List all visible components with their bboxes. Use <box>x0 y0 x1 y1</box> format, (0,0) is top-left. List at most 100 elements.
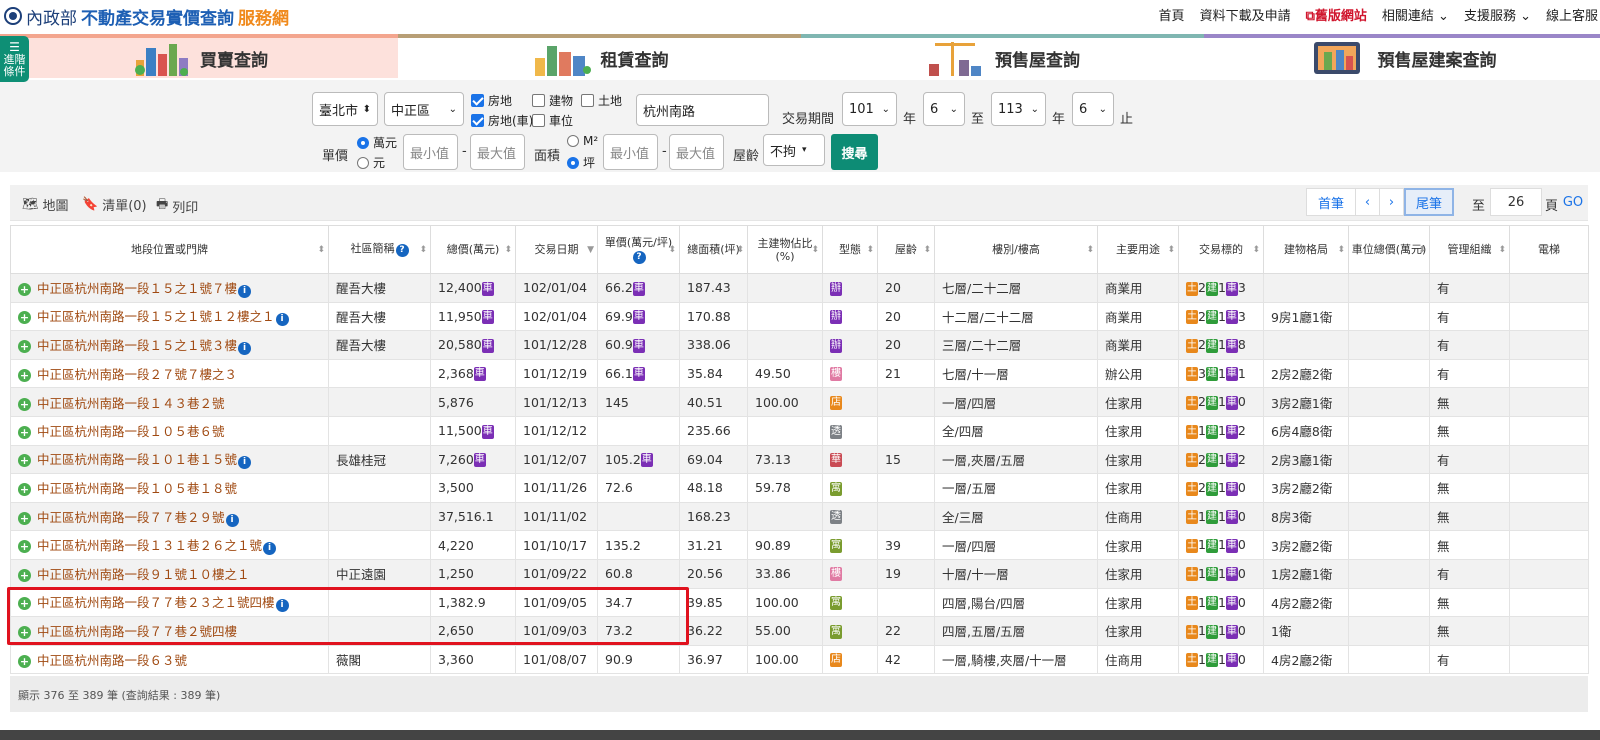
cell-address[interactable]: + 中正區杭州南路一段１０１巷１５號 i <box>10 444 329 475</box>
sort-icon[interactable]: ⬍ <box>1086 244 1094 257</box>
sort-icon[interactable]: ⬍ <box>811 244 819 257</box>
table-row[interactable]: + 中正區杭州南路一段１５之１號７樓 i 醒吾大樓 12,400車 102/01/04 66… <box>10 273 1589 303</box>
column-header[interactable]: 建物格局 ⬍ <box>1263 225 1349 274</box>
info-icon[interactable]: i <box>275 313 289 327</box>
from-year-select[interactable]: 101 ⌄ <box>842 92 897 126</box>
address-link[interactable]: 中正區杭州南路一段１５之１號３樓 <box>37 338 237 353</box>
table-row[interactable]: + 中正區杭州南路一段２７號７樓之３ 2,368車 101/12/19 66.1車 35.… <box>10 358 1589 389</box>
map-button[interactable]: 🗺 地圖 <box>22 195 69 214</box>
type-checkbox-house-land[interactable]: 房地 <box>471 92 512 109</box>
table-row[interactable]: + 中正區杭州南路一段１０１巷１５號 i 長雄桂冠 7,260車 101/12/07 105… <box>10 444 1589 475</box>
column-header[interactable]: 總價(萬元) ⬍ <box>430 225 516 274</box>
unit-radio-wan[interactable]: 萬元 <box>357 134 397 151</box>
district-select[interactable]: 中正區 ⌄ <box>384 92 464 126</box>
address-link[interactable]: 中正區杭州南路一段１４３巷２號 <box>37 396 225 411</box>
tab-sales[interactable]: 買賣查詢 <box>0 34 398 78</box>
age-select[interactable]: 不拘 ▾ <box>763 134 825 166</box>
column-header[interactable]: 地段位置或門牌 ⬍ <box>10 225 329 274</box>
cell-address[interactable]: + 中正區杭州南路一段１５之１號３樓 i <box>10 330 329 360</box>
type-checkbox-building[interactable]: 建物 <box>532 92 573 109</box>
column-header[interactable]: 樓別/樓高 ⬍ <box>934 225 1098 274</box>
table-row[interactable]: + 中正區杭州南路一段６３號 薇閣 3,360 101/08/07 90.9 36.97 10… <box>10 644 1589 675</box>
column-header[interactable]: 交易標的 ⬍ <box>1178 225 1264 274</box>
nav-old-site[interactable]: ⧉舊版網站 <box>1306 5 1367 24</box>
area-max-input[interactable]: 最大值 <box>669 134 724 170</box>
column-header[interactable]: 總面積(坪) ⬍ <box>679 225 748 274</box>
table-row[interactable]: + 中正區杭州南路一段７７巷２號四樓 2,650 101/09/03 73.2 36.22… <box>10 616 1589 646</box>
table-row[interactable]: + 中正區杭州南路一段１５之１號３樓 i 醒吾大樓 20,580車 101/12/28 60… <box>10 330 1589 360</box>
info-icon[interactable]: i <box>225 513 239 527</box>
column-header[interactable]: 型態 ⬍ <box>822 225 878 274</box>
address-link[interactable]: 中正區杭州南路一段２７號７樓之３ <box>37 367 237 382</box>
address-link[interactable]: 中正區杭州南路一段９１號１０樓之１ <box>37 567 250 582</box>
last-page-button[interactable]: 尾筆 <box>1404 188 1454 216</box>
cell-address[interactable]: + 中正區杭州南路一段９１號１０樓之１ <box>10 558 329 589</box>
cell-address[interactable]: + 中正區杭州南路一段７７巷２３之１號四樓 i <box>10 587 329 618</box>
table-row[interactable]: + 中正區杭州南路一段７７巷２９號 i 37,516.1 101/11/02 168.23… <box>10 501 1589 532</box>
column-header[interactable]: 主建物佔比(%) ⬍ <box>747 225 823 274</box>
sort-icon[interactable]: ▼ <box>587 244 594 257</box>
address-link[interactable]: 中正區杭州南路一段１０５巷６號 <box>37 424 225 439</box>
column-header[interactable]: 電梯 <box>1509 225 1589 274</box>
help-icon[interactable]: ? <box>395 244 409 257</box>
sort-icon[interactable]: ⬍ <box>1498 244 1506 257</box>
address-link[interactable]: 中正區杭州南路一段１０１巷１５號 <box>37 452 237 467</box>
table-row[interactable]: + 中正區杭州南路一段１４３巷２號 5,876 101/12/13 145 40.51 10… <box>10 387 1589 417</box>
cell-address[interactable]: + 中正區杭州南路一段１４３巷２號 <box>10 387 329 417</box>
city-select[interactable]: 臺北市 ⬍ <box>312 92 378 126</box>
sort-icon[interactable]: ⬍ <box>866 244 874 257</box>
address-link[interactable]: 中正區杭州南路一段７７巷２９號 <box>37 510 225 525</box>
site-logo[interactable]: 內政部 不動產交易實價查詢 服務網 <box>4 5 289 29</box>
info-icon[interactable]: i <box>275 599 289 613</box>
cell-address[interactable]: + 中正區杭州南路一段１３１巷２６之１號 i <box>10 530 329 560</box>
cell-address[interactable]: + 中正區杭州南路一段１０５巷１８號 <box>10 473 329 503</box>
expand-plus-icon[interactable]: + <box>18 397 31 411</box>
tab-presale-project[interactable]: 預售屋建案查詢 <box>1204 34 1600 78</box>
column-header[interactable]: 主要用途 ⬍ <box>1097 225 1179 274</box>
go-button[interactable]: GO <box>1558 188 1588 216</box>
nav-related-links[interactable]: 相關連結 ⌄ <box>1382 5 1449 24</box>
column-header[interactable]: 屋齡 ⬍ <box>877 225 935 274</box>
sort-icon[interactable]: ⬍ <box>1252 244 1260 257</box>
unit-price-min-input[interactable]: 最小值 <box>403 134 458 170</box>
unit-price-max-input[interactable]: 最大值 <box>470 134 525 170</box>
print-button[interactable]: 🖶 列印 <box>156 195 198 217</box>
expand-plus-icon[interactable]: + <box>18 454 31 468</box>
expand-plus-icon[interactable]: + <box>18 311 31 325</box>
table-row[interactable]: + 中正區杭州南路一段１５之１號１２樓之１ i 醒吾大樓 11,950車 102/01/0… <box>10 301 1589 332</box>
tab-presale[interactable]: 預售屋查詢 <box>801 34 1204 78</box>
cell-address[interactable]: + 中正區杭州南路一段１０５巷６號 <box>10 415 329 446</box>
type-checkbox-land[interactable]: 土地 <box>581 92 622 109</box>
expand-plus-icon[interactable]: + <box>18 540 31 554</box>
expand-plus-icon[interactable]: + <box>18 339 31 353</box>
expand-plus-icon[interactable]: + <box>18 483 31 497</box>
nav-online-service[interactable]: 線上客服 <box>1546 5 1598 24</box>
cell-address[interactable]: + 中正區杭州南路一段２７號７樓之３ <box>10 358 329 389</box>
nav-support[interactable]: 支援服務 ⌄ <box>1464 5 1531 24</box>
table-row[interactable]: + 中正區杭州南路一段１３１巷２６之１號 i 4,220 101/10/17 135.2 3… <box>10 530 1589 560</box>
cell-address[interactable]: + 中正區杭州南路一段７７巷２號四樓 <box>10 616 329 646</box>
expand-plus-icon[interactable]: + <box>18 626 31 640</box>
page-number-input[interactable]: 26 <box>1490 188 1542 216</box>
search-button[interactable]: 搜尋 <box>831 134 878 170</box>
type-checkbox-house-land-car[interactable]: 房地(車) <box>471 112 533 129</box>
sort-icon[interactable]: ⬍ <box>736 244 744 257</box>
unit-radio-yuan[interactable]: 元 <box>357 154 385 171</box>
sort-icon[interactable]: ⬍ <box>1337 244 1345 257</box>
sort-icon[interactable]: ⬍ <box>1418 244 1426 257</box>
address-link[interactable]: 中正區杭州南路一段１５之１號１２樓之１ <box>37 309 275 324</box>
expand-plus-icon[interactable]: + <box>18 655 31 669</box>
nav-home[interactable]: 首頁 <box>1159 5 1185 24</box>
column-header[interactable]: 車位總價(萬元) ⬍ <box>1348 225 1430 274</box>
next-page-button[interactable]: › <box>1379 188 1404 216</box>
area-min-input[interactable]: 最小值 <box>603 134 658 170</box>
address-link[interactable]: 中正區杭州南路一段７７巷２３之１號四樓 <box>37 595 275 610</box>
column-header[interactable]: 交易日期 ▼ <box>515 225 598 274</box>
table-row[interactable]: + 中正區杭州南路一段１０５巷１８號 3,500 101/11/26 72.6 48.18… <box>10 473 1589 503</box>
info-icon[interactable]: i <box>263 542 277 556</box>
expand-plus-icon[interactable]: + <box>18 426 31 440</box>
sort-icon[interactable]: ⬍ <box>317 244 325 257</box>
column-header[interactable]: 管理組織 ⬍ <box>1429 225 1510 274</box>
address-link[interactable]: 中正區杭州南路一段６３號 <box>37 653 187 668</box>
type-checkbox-parking[interactable]: 車位 <box>532 112 573 129</box>
